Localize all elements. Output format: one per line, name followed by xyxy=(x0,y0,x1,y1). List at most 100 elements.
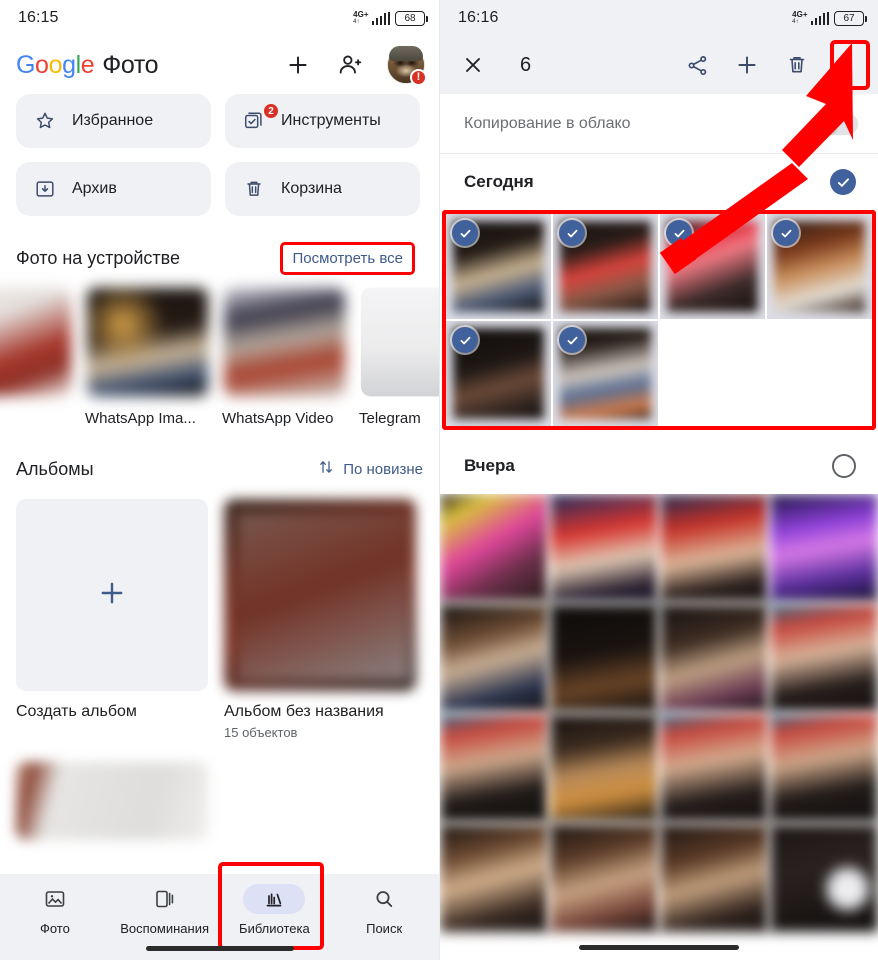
yesterday-photo-grid xyxy=(440,494,878,960)
selected-check-icon xyxy=(452,327,478,353)
section-title: Сегодня xyxy=(464,172,534,191)
folder-item[interactable]: Telegram xyxy=(359,286,439,427)
nav-tab-library[interactable]: Библиотека xyxy=(220,884,330,936)
photo-cell[interactable] xyxy=(550,714,658,822)
trash-icon[interactable] xyxy=(780,48,814,82)
folder-item[interactable] xyxy=(0,286,73,427)
share-icon[interactable] xyxy=(680,48,714,82)
photo-cell-selected[interactable] xyxy=(767,214,872,319)
photo-cell[interactable] xyxy=(550,494,658,602)
home-indicator xyxy=(579,945,739,950)
plus-icon[interactable] xyxy=(730,48,764,82)
album-card[interactable]: Альбом без названия 15 объектов xyxy=(224,499,416,740)
app-title: Фото xyxy=(102,50,159,79)
nav-label: Поиск xyxy=(366,921,403,936)
folder-item[interactable]: WhatsApp Video xyxy=(222,286,347,427)
avatar[interactable]: ! xyxy=(387,46,427,86)
toggle-knob xyxy=(816,112,838,135)
google-photos-logo: Go o g l e Фото xyxy=(16,50,159,79)
photo-cell-empty xyxy=(767,321,872,426)
photo-cell-selected[interactable] xyxy=(446,321,551,426)
chip-label: Архив xyxy=(72,180,117,197)
photo-cell-selected[interactable] xyxy=(446,214,551,319)
star-icon xyxy=(34,110,56,132)
cloud-backup-toggle[interactable] xyxy=(816,112,858,135)
chip-badge-count: 2 xyxy=(263,103,279,119)
album-name: Создать альбом xyxy=(16,703,137,720)
album-item-count: 15 объектов xyxy=(224,725,298,740)
memories-icon xyxy=(134,884,196,914)
battery-icon: 68 xyxy=(395,10,428,26)
albums-sort-button[interactable]: По новизне xyxy=(317,458,423,480)
photo-cell[interactable] xyxy=(770,714,878,822)
cloud-backup-row[interactable]: Копирование в облако xyxy=(440,94,878,154)
chip-archive[interactable]: Архив xyxy=(16,162,211,216)
selected-check-icon xyxy=(559,220,585,246)
photo-cell-selected[interactable] xyxy=(553,321,658,426)
photo-cell-selected[interactable] xyxy=(553,214,658,319)
bottom-navigation: Фото Воспоминания Библиотека Поиск xyxy=(0,862,439,960)
folder-thumbnail xyxy=(223,287,346,397)
section-title: Альбомы xyxy=(16,458,94,479)
view-all-link[interactable]: Посмотреть все xyxy=(280,241,415,275)
photo-cell-selected[interactable] xyxy=(660,214,765,319)
selection-count: 6 xyxy=(520,53,532,76)
nav-tab-memories[interactable]: Воспоминания xyxy=(110,884,220,936)
app-bar: Go o g l e Фото ! xyxy=(0,36,439,94)
app-bar-actions: ! xyxy=(283,46,427,86)
photo-cell[interactable] xyxy=(770,494,878,602)
selected-check-icon xyxy=(773,220,799,246)
chip-trash[interactable]: Корзина xyxy=(225,162,420,216)
chip-label: Избранное xyxy=(72,112,154,129)
photo-cell[interactable] xyxy=(440,824,548,932)
photo-cell[interactable] xyxy=(660,824,768,932)
album-cover xyxy=(224,499,416,691)
today-section-header: Сегодня xyxy=(440,154,878,210)
chip-label: Инструменты xyxy=(281,112,381,129)
signal-bars-icon xyxy=(810,11,829,25)
shortcut-chips: Избранное 2 Инструменты Архив Корзина xyxy=(0,94,439,216)
photo-cell[interactable] xyxy=(660,494,768,602)
dual-screenshot: 16:15 4G+ 4↑ 68 Go o g l e Фото ! Избран… xyxy=(0,0,878,960)
selection-toolbar: 6 xyxy=(440,36,878,94)
photo-cell[interactable] xyxy=(440,494,548,602)
chip-label: Корзина xyxy=(281,180,342,197)
device-folder-strip[interactable]: WhatsApp Ima... WhatsApp Video Telegram xyxy=(0,286,439,427)
photo-cell[interactable] xyxy=(770,604,878,712)
home-indicator xyxy=(145,946,294,951)
album-name: Альбом без названия xyxy=(224,703,384,720)
folder-item[interactable]: WhatsApp Ima... xyxy=(85,286,210,427)
create-album-cover xyxy=(16,499,208,691)
plus-icon[interactable] xyxy=(283,50,313,80)
battery-icon: 67 xyxy=(834,10,867,26)
photos-icon xyxy=(24,884,86,914)
yesterday-section-header: Вчера xyxy=(440,438,878,494)
selected-check-icon xyxy=(452,220,478,246)
yesterday-select-all-checkbox[interactable] xyxy=(832,454,856,478)
nav-tab-photos[interactable]: Фото xyxy=(0,884,110,936)
photo-cell[interactable] xyxy=(550,604,658,712)
trash-icon xyxy=(243,178,265,200)
photo-cell[interactable] xyxy=(550,824,658,932)
photo-cell[interactable] xyxy=(770,824,878,932)
close-icon[interactable] xyxy=(458,50,488,80)
photo-cell[interactable] xyxy=(660,714,768,822)
create-album-card[interactable]: Создать альбом xyxy=(16,499,208,740)
photo-cell[interactable] xyxy=(440,604,548,712)
selected-check-icon xyxy=(666,220,692,246)
photo-cell-empty xyxy=(660,321,765,426)
folder-thumbnail xyxy=(0,287,72,397)
photo-cell[interactable] xyxy=(440,714,548,822)
chip-favorites[interactable]: Избранное xyxy=(16,94,211,148)
more-vertical-icon[interactable] xyxy=(836,48,864,82)
status-bar-right: 16:16 4G+ 4↑ 67 xyxy=(440,0,878,36)
folder-thumbnail xyxy=(86,287,209,397)
tools-icon xyxy=(243,110,265,132)
today-select-all-checkbox[interactable] xyxy=(830,169,856,195)
folder-name: WhatsApp Ima... xyxy=(85,410,196,427)
nav-tab-search[interactable]: Поиск xyxy=(329,884,439,936)
album-card-partial[interactable] xyxy=(16,762,208,840)
chip-tools[interactable]: 2 Инструменты xyxy=(225,94,420,148)
photo-cell[interactable] xyxy=(660,604,768,712)
people-icon[interactable] xyxy=(335,50,365,80)
